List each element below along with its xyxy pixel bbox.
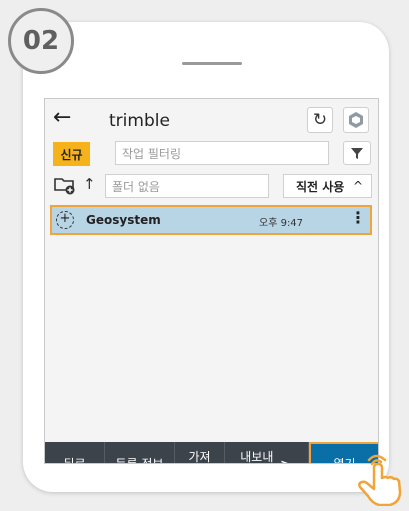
filter-button[interactable]: [343, 141, 371, 165]
refresh-button[interactable]: ↻: [307, 107, 333, 133]
folder-add-icon[interactable]: [54, 175, 76, 195]
job-name: Geosystem: [86, 213, 161, 227]
job-time: 오후 9:47: [259, 218, 304, 229]
bottom-action-bar: 뒤로 등록 정보 가져오 기 내보내 기 > 열기: [45, 442, 378, 464]
properties-button[interactable]: 등록 정보: [105, 442, 175, 463]
page-title: trimble: [109, 111, 170, 131]
step-number: 02: [22, 26, 60, 56]
export-label: 내보내 기: [240, 449, 274, 464]
trimble-connect-icon: [349, 112, 363, 128]
import-label: 가져오 기: [188, 449, 211, 464]
survey-point-icon: +: [56, 211, 74, 229]
back-button[interactable]: 뒤로: [45, 442, 105, 463]
sort-label: 직전 사용: [296, 179, 345, 194]
more-vertical-icon[interactable]: ⋮: [350, 208, 366, 227]
app-screen: ← trimble ↻ 신규 작업 필터링 ↑ 폴더 없음 직전 사용 ^ + …: [44, 98, 379, 464]
phone-speaker: [182, 62, 242, 65]
new-job-button[interactable]: 신규: [53, 142, 90, 166]
folder-input[interactable]: 폴더 없음: [105, 174, 269, 198]
folder-row: ↑ 폴더 없음 직전 사용 ^: [45, 173, 378, 199]
chevron-right-icon: >: [280, 457, 293, 464]
parent-folder-arrow-icon[interactable]: ↑: [83, 175, 96, 193]
back-arrow-icon[interactable]: ←: [53, 105, 71, 130]
sort-dropdown[interactable]: 직전 사용 ^: [283, 174, 372, 198]
filter-icon: [351, 148, 363, 159]
step-number-badge: 02: [8, 8, 74, 74]
refresh-icon: ↻: [312, 110, 328, 130]
import-button[interactable]: 가져오 기: [175, 442, 225, 464]
header-bar: ← trimble ↻: [45, 103, 378, 137]
job-list-item[interactable]: + Geosystem 오후 9:47 ⋮: [50, 205, 372, 235]
export-button[interactable]: 내보내 기 >: [225, 442, 309, 464]
filter-row: 신규 작업 필터링: [45, 141, 378, 167]
chevron-up-icon: ^: [352, 179, 363, 193]
trimble-connect-button[interactable]: [343, 107, 369, 133]
job-filter-input[interactable]: 작업 필터링: [115, 141, 329, 165]
tap-hand-icon: [358, 454, 402, 506]
